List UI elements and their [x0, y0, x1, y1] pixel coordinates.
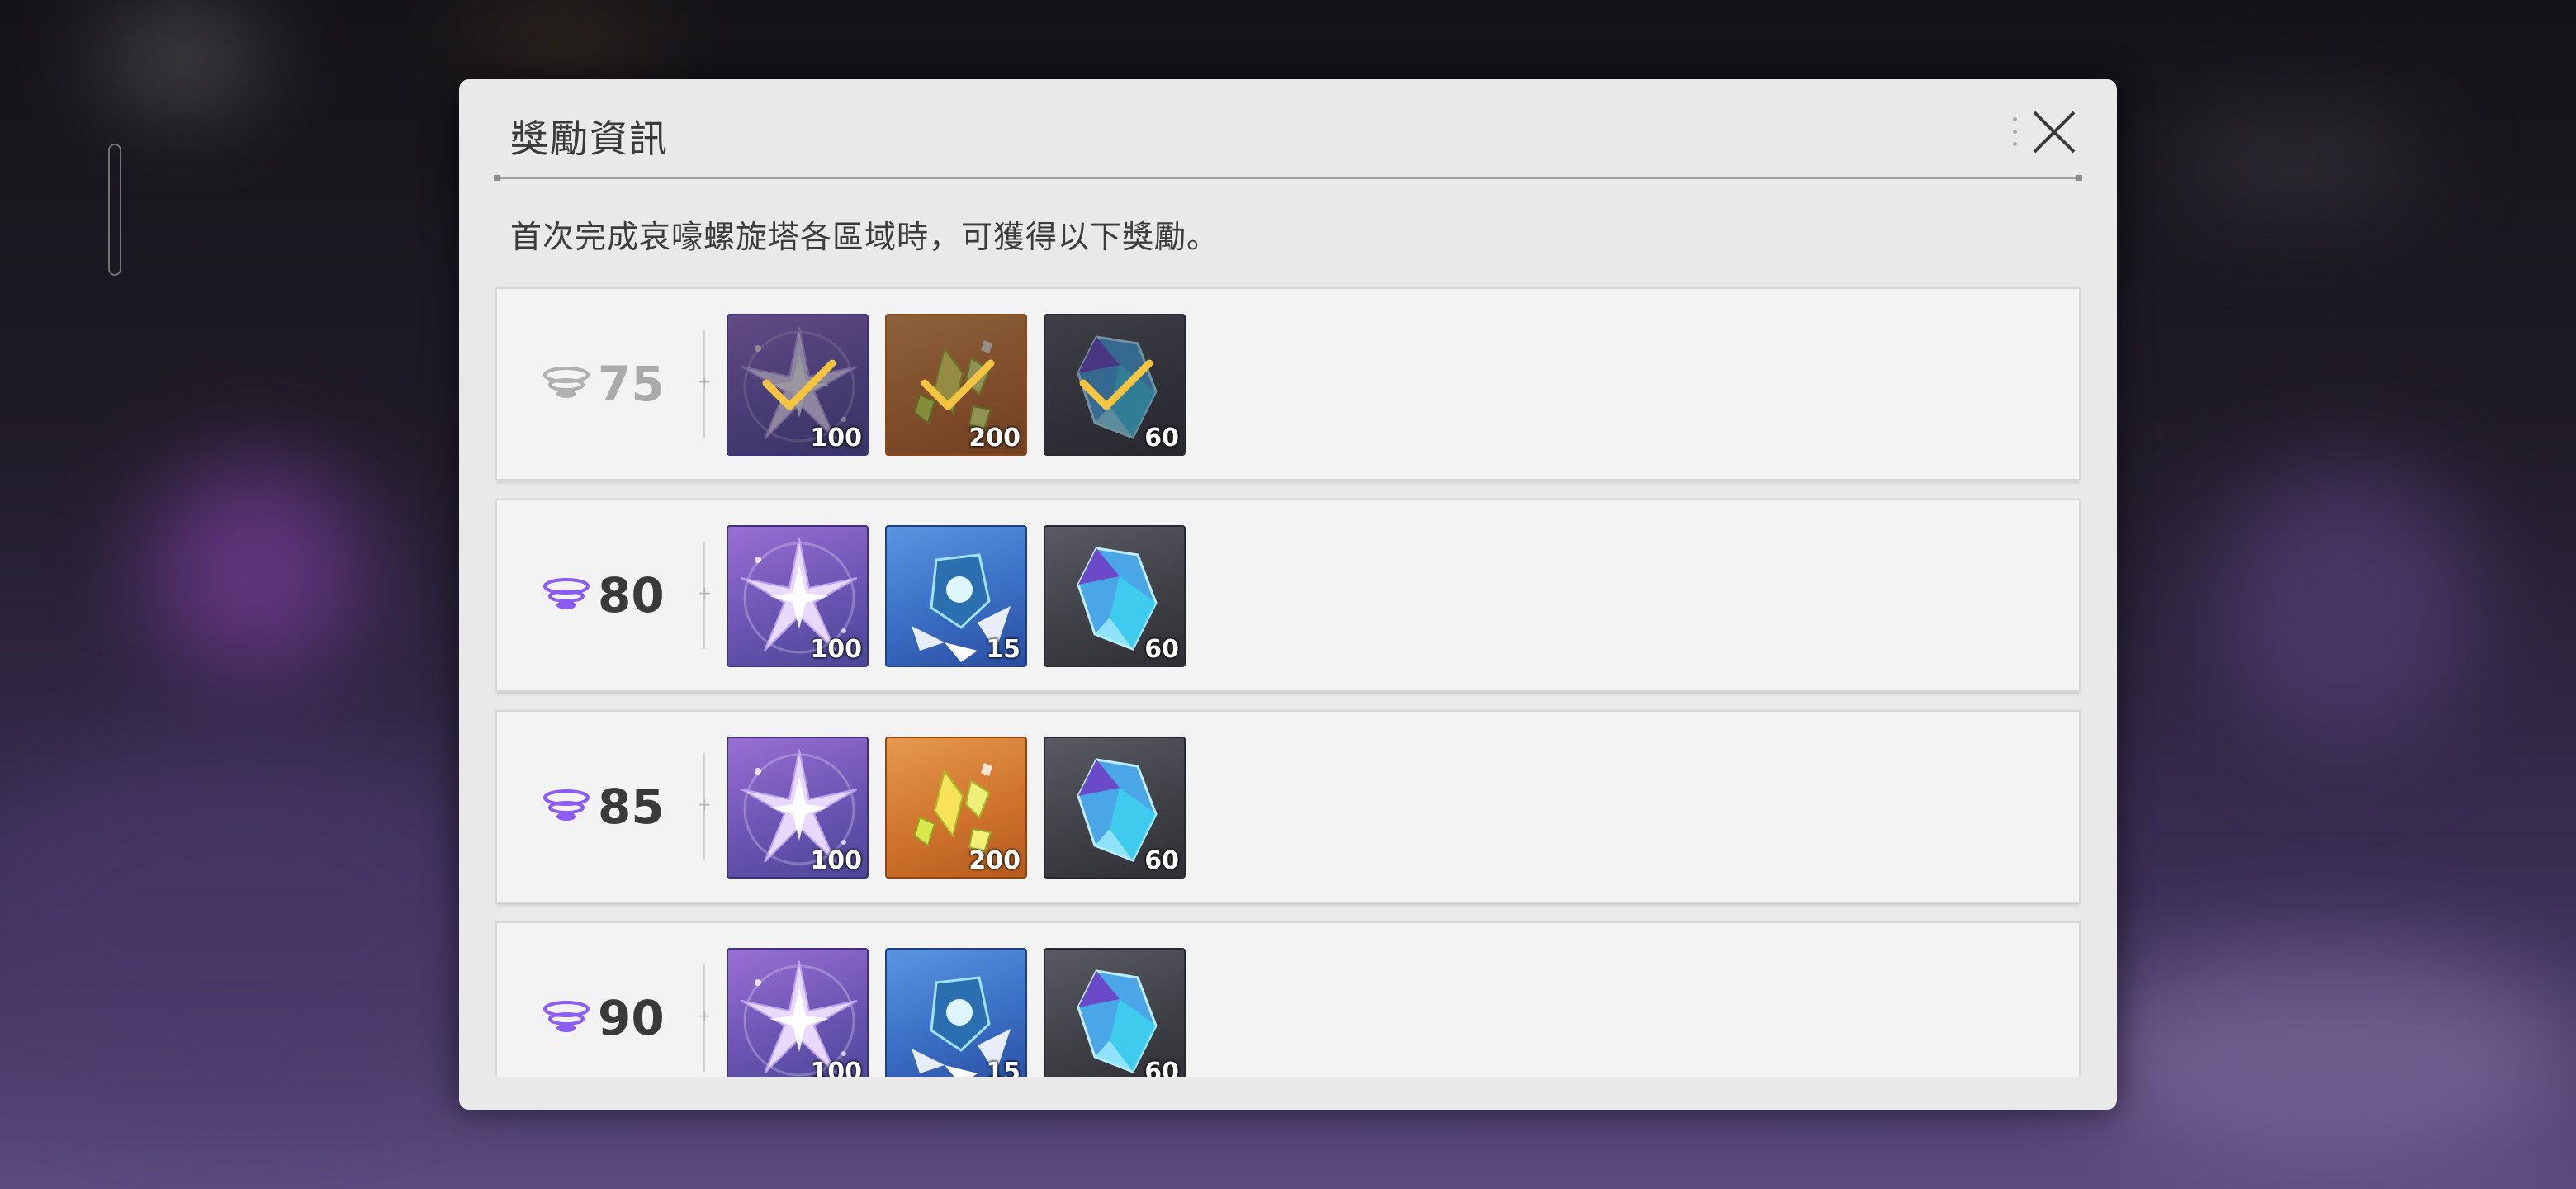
checkmark-icon — [1079, 359, 1153, 410]
tower-level-icon — [543, 1001, 590, 1032]
row-divider — [698, 330, 712, 438]
dialog-description: 首次完成哀嚎螺旋塔各區域時，可獲得以下獎勵。 — [510, 219, 1219, 255]
row-level: 80 — [540, 500, 697, 690]
reward-items: 100 200 60 — [727, 314, 1186, 456]
reward-info-dialog: 獎勵資訊 首次完成哀嚎螺旋塔各區域時，可獲得以下獎勵。 751002006080… — [459, 79, 2117, 1110]
reward-item[interactable]: 200 — [885, 314, 1027, 456]
reward-item[interactable]: 60 — [1044, 314, 1186, 456]
item-quantity: 200 — [968, 424, 1020, 452]
level-number: 90 — [598, 990, 665, 1046]
drag-dots — [2013, 117, 2018, 154]
dialog-title: 獎勵資訊 — [510, 116, 669, 161]
reward-row: 90 100 15 60 — [495, 921, 2081, 1077]
item-quantity: 60 — [1144, 846, 1179, 875]
item-quantity: 100 — [810, 424, 862, 452]
level-number: 75 — [598, 356, 665, 412]
row-divider — [698, 964, 712, 1072]
reward-items: 100 15 60 — [727, 948, 1186, 1077]
level-number: 80 — [598, 567, 665, 623]
reward-item[interactable]: 100 — [727, 314, 869, 456]
reward-item[interactable]: 100 — [727, 737, 869, 879]
reward-item[interactable]: 200 — [885, 737, 1027, 879]
checkmark-icon — [762, 359, 836, 410]
title-divider — [494, 175, 2082, 181]
row-level: 75 — [540, 289, 697, 479]
reward-items: 100 200 60 — [727, 737, 1186, 879]
background-scroll-handle — [108, 144, 121, 276]
close-icon — [2033, 111, 2076, 154]
item-quantity: 100 — [810, 1058, 862, 1077]
reward-item[interactable]: 60 — [1044, 525, 1186, 667]
tower-level-icon — [543, 789, 590, 821]
reward-row: 80 100 15 60 — [495, 499, 2081, 692]
item-quantity: 60 — [1144, 424, 1179, 452]
reward-item[interactable]: 60 — [1044, 737, 1186, 879]
item-quantity: 15 — [986, 1058, 1020, 1077]
reward-items: 100 15 60 — [727, 525, 1186, 667]
item-quantity: 100 — [810, 635, 862, 664]
checkmark-icon — [921, 359, 995, 410]
reward-item[interactable]: 100 — [727, 525, 869, 667]
item-quantity: 60 — [1144, 635, 1179, 664]
level-number: 85 — [598, 779, 665, 835]
item-quantity: 200 — [968, 846, 1020, 875]
reward-row: 75 100 200 60 — [495, 287, 2081, 481]
tower-level-icon — [543, 367, 590, 398]
row-level: 85 — [540, 712, 697, 902]
close-button[interactable] — [2029, 107, 2079, 157]
tower-level-icon — [543, 578, 590, 609]
reward-item[interactable]: 100 — [727, 948, 869, 1077]
reward-item[interactable]: 60 — [1044, 948, 1186, 1077]
reward-item[interactable]: 15 — [885, 525, 1027, 667]
row-divider — [698, 542, 712, 649]
reward-row: 85 100 200 60 — [495, 710, 2081, 903]
reward-item[interactable]: 15 — [885, 948, 1027, 1077]
row-level: 90 — [540, 923, 697, 1077]
item-quantity: 100 — [810, 846, 862, 875]
item-quantity: 60 — [1144, 1058, 1179, 1077]
item-quantity: 15 — [986, 635, 1020, 664]
row-divider — [698, 753, 712, 860]
reward-list[interactable]: 75 100 200 60 80 100 15 60 85 100 200 60 90 100 15 60 — [495, 287, 2081, 1077]
